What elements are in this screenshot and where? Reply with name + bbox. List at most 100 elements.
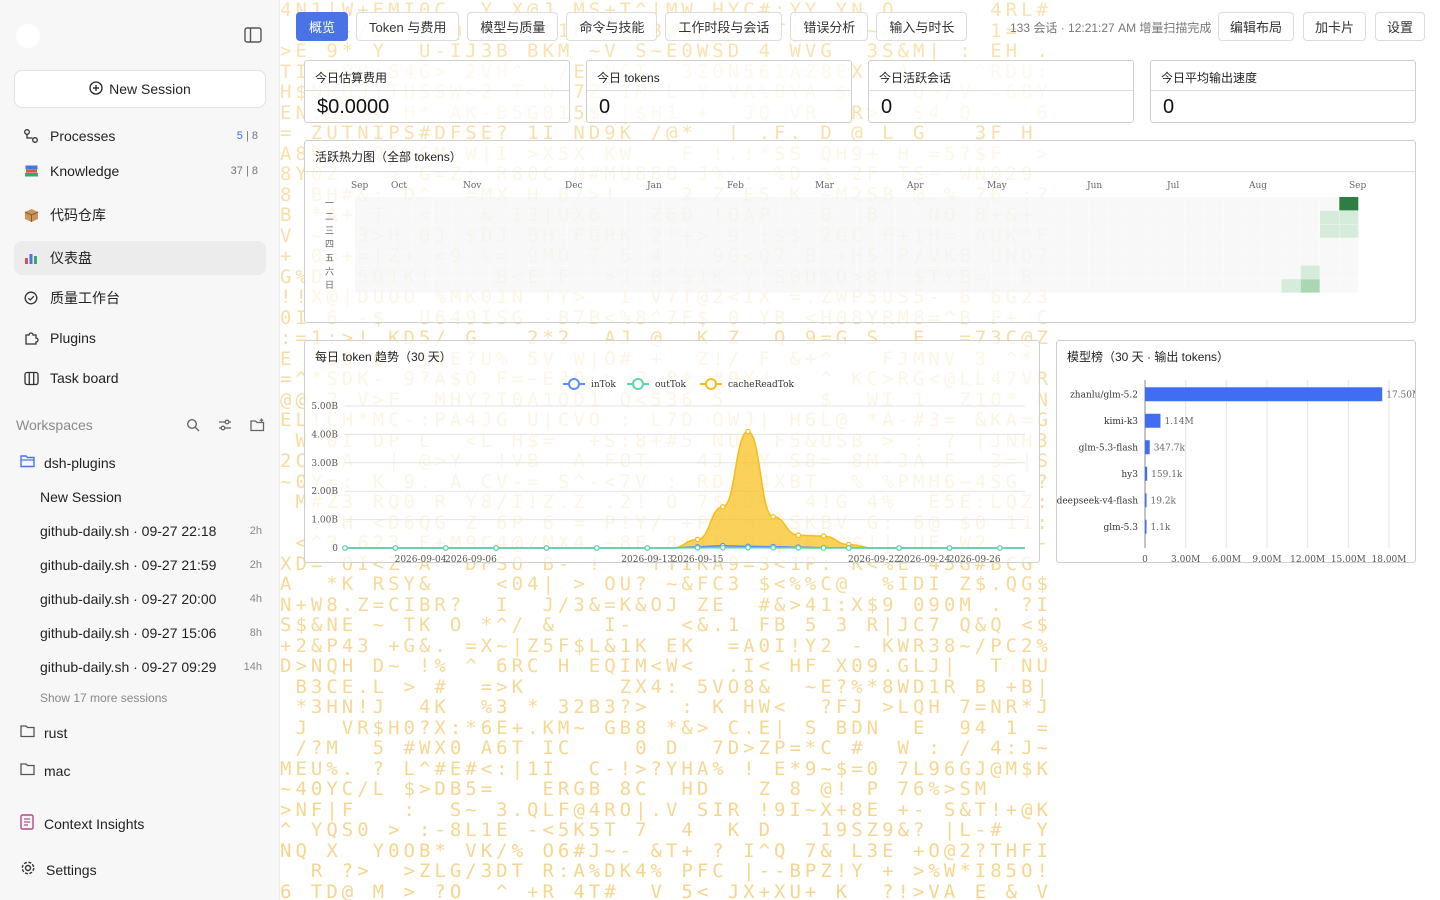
heatmap-cell	[393, 265, 413, 279]
heatmap-cell	[1011, 279, 1031, 293]
heatmap-cell	[1146, 265, 1166, 279]
heatmap-cell	[393, 224, 413, 238]
session-item[interactable]: github-daily.sh · 09-27 22:18 2h	[40, 523, 262, 539]
trend-legend-marker	[705, 378, 717, 390]
sidebar-item-repos[interactable]: 代码仓库	[14, 198, 266, 232]
heatmap-cell	[1339, 279, 1359, 293]
trend-data-point	[946, 545, 953, 551]
rank-x-tick-label: 3.00M	[1171, 555, 1200, 562]
heatmap-cell	[451, 210, 471, 225]
context-insights-label: Context Insights	[44, 815, 145, 832]
heatmap-cell	[625, 265, 645, 279]
session-title: github-daily.sh · 09-27 20:00	[40, 591, 217, 607]
heatmap-cell	[702, 210, 722, 225]
add-card-button[interactable]: 加卡片	[1302, 12, 1366, 41]
heatmap-weekday-label: 五	[325, 254, 334, 264]
session-item[interactable]: github-daily.sh · 09-27 15:06 8h	[40, 625, 262, 641]
session-age: 8h	[249, 627, 262, 639]
context-insights-button[interactable]: Context Insights	[20, 814, 144, 833]
heatmap-cell	[1339, 238, 1359, 252]
settings-tab-button[interactable]: 设置	[1374, 12, 1425, 41]
heatmap-cell	[876, 197, 896, 211]
tab-input-duration[interactable]: 输入与时长	[876, 12, 968, 41]
rank-bar	[1145, 493, 1147, 508]
heatmap-cell	[548, 265, 567, 279]
heatmap-cell	[702, 279, 722, 293]
heatmap-month-label: Apr	[906, 181, 924, 191]
heatmap-cell	[470, 197, 490, 211]
settings-button[interactable]: Settings	[20, 860, 97, 879]
sidebar-item-quality[interactable]: 质量工作台	[14, 281, 266, 315]
sidebar-item-dashboard[interactable]: 仪表盘	[14, 241, 266, 275]
heatmap-cell	[1049, 224, 1069, 238]
heatmap-cell	[702, 265, 722, 279]
kpi-label: 今日平均输出速度	[1161, 71, 1258, 85]
kpi-value: 0	[1163, 96, 1175, 118]
heatmap-cell	[779, 197, 799, 211]
session-age: 2h	[249, 559, 262, 571]
workspace-name: rust	[44, 724, 68, 741]
heatmap-cell	[548, 224, 567, 238]
new-session-button[interactable]: New Session	[14, 70, 266, 108]
workspace-rust[interactable]: rust	[20, 724, 266, 741]
tab-token-cost[interactable]: Token 与费用	[356, 12, 460, 41]
trend-x-tick-label: 2026-09-04	[395, 555, 447, 562]
sidebar-item-label: 质量工作台	[50, 290, 120, 306]
heatmap-cell	[1262, 238, 1282, 252]
heatmap-cell	[798, 251, 818, 266]
heatmap-cell	[586, 238, 606, 252]
heatmap-cell	[1088, 251, 1108, 266]
heatmap-cell	[1107, 251, 1127, 266]
sidebar-item-plugins[interactable]: Plugins	[14, 321, 266, 355]
heatmap-title: 活跃热力图（全部 tokens）	[315, 150, 462, 164]
heatmap-cell	[1184, 279, 1204, 293]
trend-legend-marker	[568, 378, 580, 390]
heatmap-cell	[972, 265, 992, 279]
tab-commands-skills[interactable]: 命令与技能	[566, 12, 658, 41]
session-title: github-daily.sh · 09-27 15:06	[40, 625, 217, 641]
sidebar-item-processes[interactable]: Processes 5 | 8	[14, 119, 266, 153]
heatmap-weekday-label: 一	[325, 199, 334, 209]
gear-icon	[20, 860, 36, 879]
new-folder-icon[interactable]	[248, 416, 266, 434]
workspace-dsh-plugins[interactable]: dsh-plugins	[20, 454, 266, 471]
heatmap-cell	[818, 197, 838, 211]
heatmap-cell	[567, 197, 587, 211]
folder-icon	[20, 762, 36, 779]
heatmap-cell	[837, 224, 857, 238]
heatmap-cell	[837, 197, 857, 211]
sidebar-item-label: Plugins	[50, 330, 96, 346]
heatmap-cell	[683, 251, 703, 266]
heatmap-cell	[393, 279, 413, 293]
show-more-sessions-link[interactable]: Show 17 more sessions	[40, 691, 167, 705]
tab-overview[interactable]: 概览	[296, 12, 349, 41]
search-icon[interactable]	[184, 416, 202, 434]
heatmap-cell	[393, 210, 413, 225]
heatmap-cell	[1011, 251, 1031, 266]
edit-layout-button[interactable]: 编辑布局	[1217, 12, 1294, 41]
sidebar-toggle-icon[interactable]	[244, 27, 262, 43]
tab-errors[interactable]: 错误分析	[790, 12, 869, 41]
heatmap-cell	[721, 210, 741, 225]
session-item[interactable]: github-daily.sh · 09-27 09:29 14h	[40, 659, 262, 675]
session-item[interactable]: github-daily.sh · 09-27 21:59 2h	[40, 557, 262, 573]
heatmap-cell	[760, 251, 780, 266]
workspaces-label: Workspaces	[16, 417, 93, 433]
tab-model-quality[interactable]: 模型与质量	[467, 12, 559, 41]
heatmap-cell	[470, 210, 490, 225]
heatmap-cell	[741, 197, 760, 211]
trend-data-point	[770, 545, 776, 551]
sidebar-item-knowledge[interactable]: Knowledge 37 | 8	[14, 154, 266, 188]
workspace-mac[interactable]: mac	[20, 762, 266, 779]
heatmap-cell	[1223, 265, 1243, 279]
heatmap-cell	[1030, 210, 1050, 225]
session-item[interactable]: New Session	[40, 489, 262, 505]
sidebar-item-task-board[interactable]: Task board	[14, 361, 266, 395]
session-item[interactable]: github-daily.sh · 09-27 20:00 4h	[40, 591, 262, 607]
heatmap-cell	[1320, 265, 1339, 279]
rank-category-label: glm-5.3	[1103, 523, 1138, 533]
tab-hours-sessions[interactable]: 工作时段与会话	[665, 12, 783, 41]
heatmap-month-label: Sep	[351, 181, 368, 191]
filter-icon[interactable]	[216, 416, 234, 434]
heatmap-cell	[663, 279, 683, 293]
